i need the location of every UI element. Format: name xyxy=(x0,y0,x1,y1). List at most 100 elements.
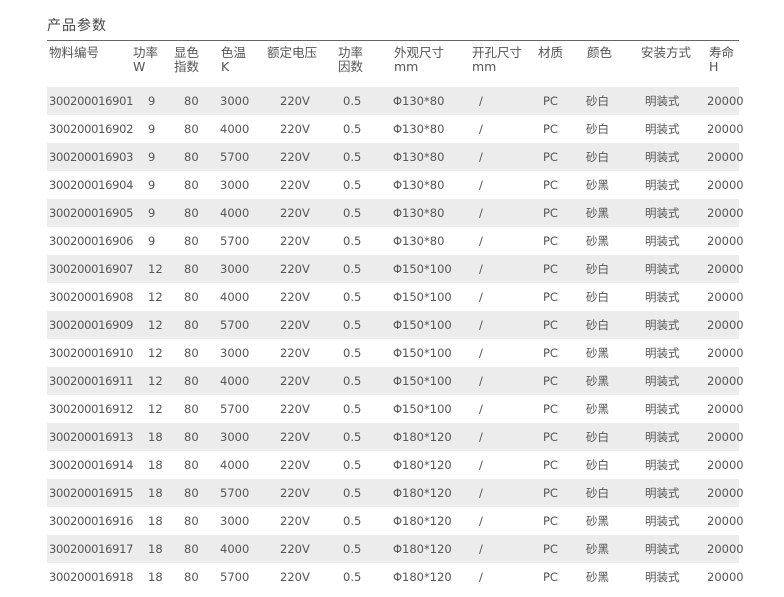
cell-power-factor: 0.5 xyxy=(336,451,392,479)
cell-power-factor: 0.5 xyxy=(336,507,392,535)
table-row: 300200016907 12 80 3000 220V 0.5 Φ150*100/PC 砂白… xyxy=(47,255,744,283)
header-material: 材质 xyxy=(538,45,564,60)
cell-color: 砂黑 xyxy=(585,563,639,591)
cell-dimensions: Φ130*80 xyxy=(392,171,470,199)
cell-power-factor: 0.5 xyxy=(336,367,392,395)
cell-mounting: 明装式 xyxy=(639,563,707,591)
cell-mounting: 明装式 xyxy=(639,115,707,143)
cell-voltage: 220V xyxy=(265,339,336,367)
table-row: 300200016914 18 80 4000 220V 0.5 Φ180*120/PC 砂白… xyxy=(47,451,744,479)
cell-mounting: 明装式 xyxy=(639,451,707,479)
cell-mounting: 明装式 xyxy=(639,507,707,535)
cell-power: 9 xyxy=(131,171,172,199)
cell-item-code: 300200016913 xyxy=(47,423,134,451)
cell-material: PC xyxy=(536,479,585,507)
cell-color-temp: 5700 xyxy=(219,143,265,171)
cell-item-code: 300200016915 xyxy=(47,479,134,507)
cell-power-factor: 0.5 xyxy=(336,143,392,171)
cell-color-temp: 4000 xyxy=(219,535,265,563)
table-row: 300200016902 9 80 4000 220V 0.5 Φ130*80/PC 砂白 明装… xyxy=(47,115,744,143)
cell-cri: 80 xyxy=(172,255,219,283)
cell-cri: 80 xyxy=(172,479,219,507)
cell-cri: 80 xyxy=(172,451,219,479)
cell-power: 12 xyxy=(131,255,172,283)
cell-mounting: 明装式 xyxy=(639,255,707,283)
cell-cutout-size: / xyxy=(470,255,536,283)
cell-item-code: 300200016905 xyxy=(47,199,134,227)
cell-cutout-size: / xyxy=(470,115,536,143)
cell-power: 18 xyxy=(131,423,172,451)
cell-cri: 80 xyxy=(172,143,219,171)
cell-cutout-size: / xyxy=(470,339,536,367)
cell-color: 砂黑 xyxy=(585,535,639,563)
cell-dimensions: Φ150*100 xyxy=(392,283,470,311)
cell-power: 12 xyxy=(131,367,172,395)
cell-item-code: 300200016918 xyxy=(47,563,134,591)
cell-dimensions: Φ180*120 xyxy=(392,507,470,535)
cell-lifetime: 20000 xyxy=(707,283,744,311)
cell-color-temp: 4000 xyxy=(219,451,265,479)
table-row: 300200016911 12 80 4000 220V 0.5 Φ150*100/PC 砂黑… xyxy=(47,367,744,395)
cell-item-code: 300200016907 xyxy=(47,255,134,283)
cell-material: PC xyxy=(536,339,585,367)
cell-color-temp: 4000 xyxy=(219,283,265,311)
table-row: 300200016918 18 80 5700 220V 0.5 Φ180*120/PC 砂黑… xyxy=(47,563,744,591)
header-color-temp: 色温 K xyxy=(221,45,247,74)
cell-color-temp: 5700 xyxy=(219,227,265,255)
cell-lifetime: 20000 xyxy=(707,339,744,367)
cell-power: 12 xyxy=(131,339,172,367)
header-cutout-size: 开孔尺寸 mm xyxy=(472,45,523,74)
cell-cutout-size: / xyxy=(470,87,536,115)
cell-material: PC xyxy=(536,395,585,423)
cell-power-factor: 0.5 xyxy=(336,395,392,423)
table-row: 300200016915 18 80 5700 220V 0.5 Φ180*120/PC 砂白… xyxy=(47,479,744,507)
cell-power: 9 xyxy=(131,115,172,143)
table-row: 300200016906 9 80 5700 220V 0.5 Φ130*80/PC 砂黑 明装… xyxy=(47,227,744,255)
cell-cri: 80 xyxy=(172,171,219,199)
cell-color: 砂白 xyxy=(585,115,639,143)
table-row: 300200016901 9 80 3000 220V 0.5 Φ130*80/PC 砂白 明装… xyxy=(47,87,744,115)
cell-voltage: 220V xyxy=(265,395,336,423)
table-row: 300200016909 12 80 5700 220V 0.5 Φ150*100/PC 砂白… xyxy=(47,311,744,339)
cell-cutout-size: / xyxy=(470,227,536,255)
cell-cri: 80 xyxy=(172,311,219,339)
cell-mounting: 明装式 xyxy=(639,423,707,451)
cell-material: PC xyxy=(536,143,585,171)
cell-power: 18 xyxy=(131,563,172,591)
cell-dimensions: Φ150*100 xyxy=(392,339,470,367)
cell-power: 9 xyxy=(131,227,172,255)
cell-color-temp: 4000 xyxy=(219,115,265,143)
cell-power-factor: 0.5 xyxy=(336,479,392,507)
cell-material: PC xyxy=(536,367,585,395)
cell-power: 18 xyxy=(131,535,172,563)
cell-item-code: 300200016901 xyxy=(47,87,134,115)
cell-material: PC xyxy=(536,563,585,591)
cell-cri: 80 xyxy=(172,423,219,451)
cell-color: 砂黑 xyxy=(585,395,639,423)
cell-material: PC xyxy=(536,87,585,115)
cell-color-temp: 3000 xyxy=(219,87,265,115)
cell-cutout-size: / xyxy=(470,143,536,171)
cell-power: 9 xyxy=(131,143,172,171)
cell-power: 18 xyxy=(131,479,172,507)
table-row: 300200016905 9 80 4000 220V 0.5 Φ130*80/PC 砂黑 明装… xyxy=(47,199,744,227)
cell-lifetime: 20000 xyxy=(707,395,744,423)
page-title: 产品参数 xyxy=(47,18,107,34)
cell-cri: 80 xyxy=(172,199,219,227)
cell-cutout-size: / xyxy=(470,423,536,451)
table-row: 300200016917 18 80 4000 220V 0.5 Φ180*120/PC 砂黑… xyxy=(47,535,744,563)
cell-lifetime: 20000 xyxy=(707,87,744,115)
header-power: 功率 W xyxy=(133,45,159,74)
cell-mounting: 明装式 xyxy=(639,311,707,339)
cell-power-factor: 0.5 xyxy=(336,423,392,451)
cell-power: 12 xyxy=(131,283,172,311)
cell-color: 砂白 xyxy=(585,143,639,171)
cell-dimensions: Φ180*120 xyxy=(392,451,470,479)
cell-cutout-size: / xyxy=(470,395,536,423)
cell-dimensions: Φ180*120 xyxy=(392,535,470,563)
cell-cri: 80 xyxy=(172,395,219,423)
header-cri: 显色 指数 xyxy=(174,45,200,74)
cell-material: PC xyxy=(536,451,585,479)
cell-dimensions: Φ130*80 xyxy=(392,143,470,171)
cell-item-code: 300200016906 xyxy=(47,227,134,255)
